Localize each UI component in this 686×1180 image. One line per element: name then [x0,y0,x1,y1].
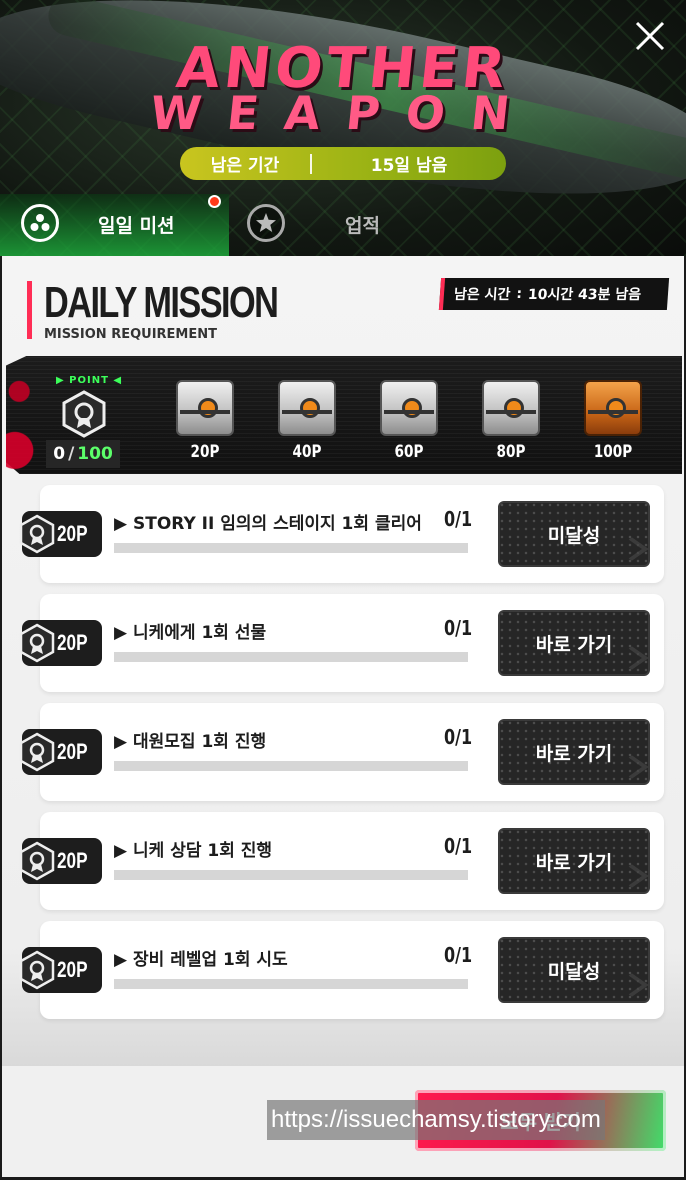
mission-title: ▶ 니케 상담 1회 진행 [114,841,273,861]
point-medal-icon [62,390,106,438]
mission-row: 20P ▶ STORY II 임의의 스테이지 1회 클리어 0/1 미달성 [19,485,664,583]
tab-daily-mission-label: 일일 미션 [98,215,175,237]
dots-circle-icon [21,204,59,242]
reward-chest-100[interactable]: 100P [582,380,644,470]
mission-point-badge: 20P [19,729,102,775]
close-button[interactable] [630,16,670,56]
silver-chest-icon [482,380,540,436]
reward-label: 20P [190,442,220,462]
point-medal-icon [19,841,55,881]
point-medal-icon [19,950,55,990]
mission-count: 0/1 [444,507,473,531]
silver-chest-icon [380,380,438,436]
page-title: DAILY MISSION [44,278,279,327]
close-icon [635,21,665,51]
mission-point-badge: 20P [19,511,102,557]
tab-achievement-label: 업적 [345,215,380,237]
remaining-time-badge: 남은 시간 : 10시간 43분 남음 [438,278,670,310]
mission-title: ▶ STORY II 임의의 스테이지 1회 클리어 [114,514,422,534]
strip-splash [6,356,50,474]
go-button[interactable]: 바로 가기 [498,719,650,785]
mission-title: ▶ 장비 레벨업 1회 시도 [114,950,288,970]
reward-label: 80P [496,442,526,462]
point-medal-icon [19,514,55,554]
mission-count: 0/1 [444,834,473,858]
mission-row: 20P ▶ 니케 상담 1회 진행 0/1 바로 가기 [19,812,664,910]
mission-progress-bar [114,543,468,553]
point-medal-icon [19,623,55,663]
mission-points: 20P [57,957,88,982]
silver-chest-icon [176,380,234,436]
reward-chest-20[interactable]: 20P [174,380,236,470]
go-button[interactable]: 바로 가기 [498,828,650,894]
mission-progress-bar [114,979,468,989]
reward-chest-60[interactable]: 60P [378,380,440,470]
mission-point-badge: 20P [19,838,102,884]
gold-chest-icon [584,380,642,436]
heading-accent [27,281,32,339]
point-max: 100 [77,444,113,464]
go-button[interactable]: 바로 가기 [498,610,650,676]
event-title-line2: WEAPON [147,86,539,140]
mission-progress-bar [114,761,468,771]
mission-points: 20P [57,630,88,655]
point-current: 0 [53,444,66,464]
period-separator [310,153,312,174]
mission-points: 20P [57,848,88,873]
mission-status-button[interactable]: 미달성 [498,937,650,1003]
mission-point-badge: 20P [19,620,102,666]
mission-progress-bar [114,652,468,662]
mission-row: 20P ▶ 장비 레벨업 1회 시도 0/1 미달성 [19,921,664,1019]
period-label: 남은 기간 [210,156,280,176]
mission-title: ▶ 니케에게 1회 선물 [114,623,267,643]
timer-value: 10시간 43분 남음 [527,287,642,303]
point-separator: / [68,444,75,464]
mission-progress-bar [114,870,468,880]
silver-chest-icon [278,380,336,436]
mission-count: 0/1 [444,943,473,967]
mission-row: 20P ▶ 대원모집 1회 진행 0/1 바로 가기 [19,703,664,801]
reward-label: 100P [593,442,633,462]
point-medal-icon [19,732,55,772]
mission-status-button[interactable]: 미달성 [498,501,650,567]
blog-watermark: https://issuechamsy.tistory.com [267,1100,605,1140]
timer-label: 남은 시간 [453,287,511,303]
star-circle-icon [247,204,285,242]
mission-points: 20P [57,739,88,764]
point-tag: ▶ POINT ◀ [56,375,123,386]
period-value: 15일 남음 [370,156,448,176]
timer-separator: : [515,286,523,302]
page-subtitle: MISSION REQUIREMENT [44,327,217,342]
mission-points: 20P [57,521,88,546]
mission-title: ▶ 대원모집 1회 진행 [114,732,267,752]
event-period-pill: 남은 기간 15일 남음 [180,147,506,180]
notification-dot [208,195,221,208]
reward-chest-40[interactable]: 40P [276,380,338,470]
point-counter: 0 / 100 [46,440,120,468]
reward-label: 60P [394,442,424,462]
mission-point-badge: 20P [19,947,102,993]
reward-label: 40P [292,442,322,462]
mission-count: 0/1 [444,725,473,749]
mission-count: 0/1 [444,616,473,640]
reward-chest-80[interactable]: 80P [480,380,542,470]
mission-row: 20P ▶ 니케에게 1회 선물 0/1 바로 가기 [19,594,664,692]
